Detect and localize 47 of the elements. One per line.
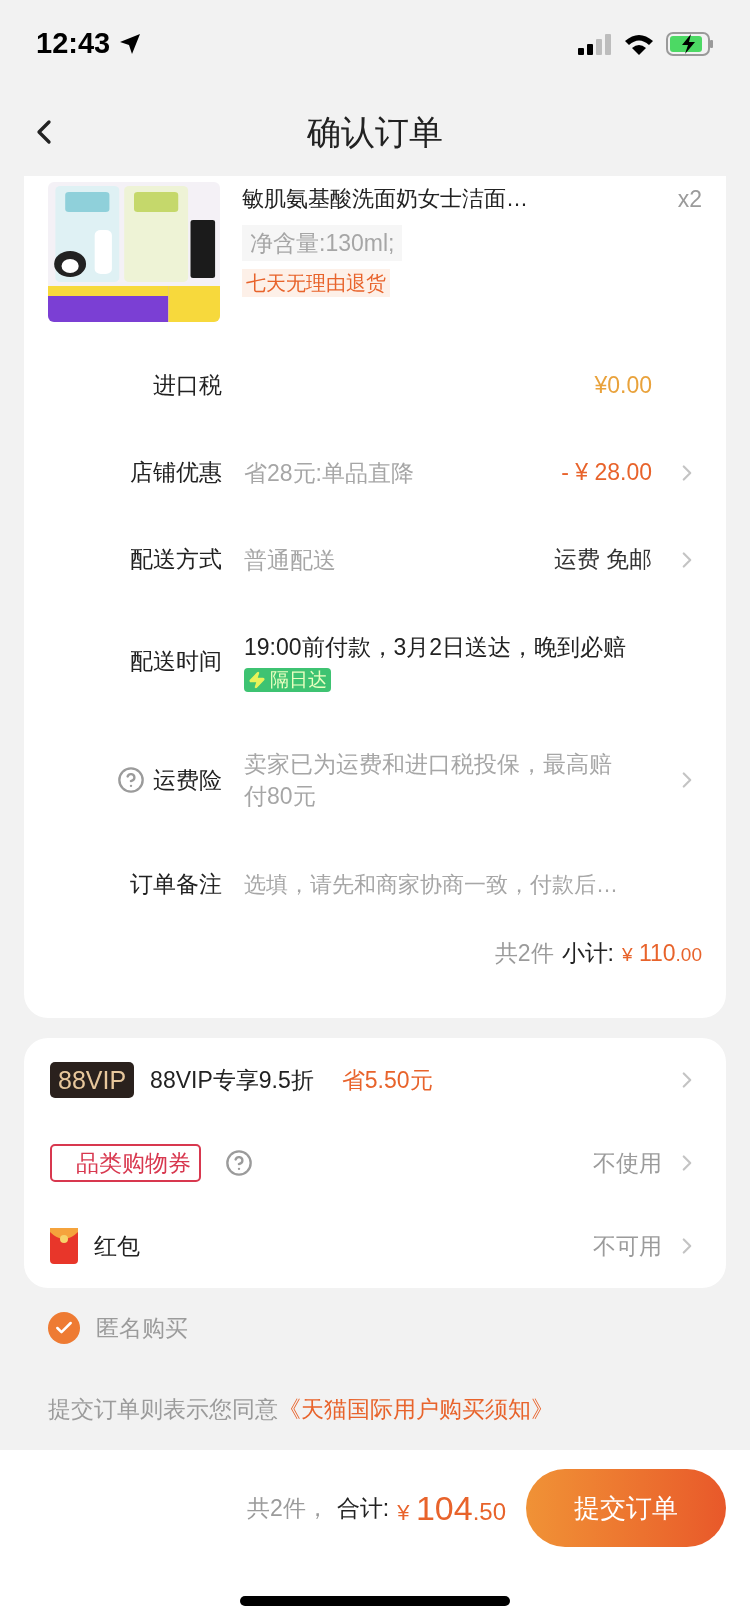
agreement-text: 提交订单则表示您同意 bbox=[48, 1394, 278, 1424]
subtotal-amount: ¥ 110.00 bbox=[621, 939, 702, 968]
row-amount: ¥0.00 bbox=[594, 371, 652, 401]
battery-charging-icon bbox=[666, 32, 714, 56]
agreement-link[interactable]: 《天猫国际用户购买须知》 bbox=[278, 1391, 554, 1427]
benefit-value: 不可用 bbox=[593, 1231, 662, 1261]
anonymous-checkbox[interactable] bbox=[48, 1312, 80, 1344]
total-amount: ¥ 104.50 bbox=[397, 1487, 506, 1529]
next-day-badge: 隔日达 bbox=[244, 668, 331, 693]
total-count: 共2件， bbox=[247, 1493, 329, 1523]
row-label: 配送方式 bbox=[130, 545, 222, 575]
row-detail: 卖家已为运费和进口税投保，最高赔付80元 bbox=[244, 750, 613, 811]
product-title: 敏肌氨基酸洗面奶女士洁面… bbox=[242, 185, 528, 213]
submit-order-button[interactable]: 提交订单 bbox=[526, 1469, 726, 1547]
row-label: 配送时间 bbox=[130, 646, 222, 676]
anonymous-label: 匿名购买 bbox=[96, 1313, 188, 1343]
lucky-money-label: 红包 bbox=[94, 1231, 140, 1261]
signal-icon bbox=[578, 33, 612, 55]
product-spec: 净含量:130ml; bbox=[242, 224, 403, 261]
row-amount: - ¥ 28.00 bbox=[561, 458, 652, 488]
total-label: 合计: bbox=[336, 1493, 390, 1523]
row-label: 订单备注 bbox=[130, 870, 222, 900]
vip-discount-text: 88VIP专享9.5折 bbox=[150, 1065, 314, 1095]
page-title: 确认订单 bbox=[307, 111, 443, 153]
wifi-icon bbox=[624, 33, 654, 55]
delivery-time-text: 19:00前付款，3月2日送达，晚到必赔 bbox=[244, 632, 627, 662]
row-label: 运费险 bbox=[153, 765, 222, 795]
row-amount: 运费 免邮 bbox=[553, 545, 652, 575]
help-icon[interactable] bbox=[225, 1149, 253, 1177]
vip-saving: 省5.50元 bbox=[341, 1065, 433, 1095]
order-note-field[interactable]: 选填，请先和商家协商一致，付款后… bbox=[244, 868, 652, 901]
help-icon[interactable] bbox=[117, 766, 145, 794]
vip-badge: 88VIP bbox=[50, 1062, 135, 1098]
row-label: 店铺优惠 bbox=[130, 458, 222, 488]
coupon-badge: 品类购物券 bbox=[50, 1144, 201, 1182]
row-detail: 省28元:单品直降 bbox=[244, 458, 415, 488]
row-detail: 普通配送 bbox=[244, 545, 337, 575]
row-label: 进口税 bbox=[153, 371, 222, 401]
lightning-icon bbox=[248, 671, 266, 690]
subtotal-label: 小计: bbox=[561, 939, 614, 968]
item-count: 共2件 bbox=[494, 939, 554, 968]
envelope-icon bbox=[50, 1228, 78, 1264]
product-quantity: x2 bbox=[677, 185, 702, 214]
return-policy-tag: 七天无理由退货 bbox=[242, 268, 390, 297]
location-arrow-icon bbox=[118, 32, 143, 56]
benefit-value: 不使用 bbox=[593, 1148, 662, 1178]
status-time: 12:43 bbox=[36, 26, 111, 62]
